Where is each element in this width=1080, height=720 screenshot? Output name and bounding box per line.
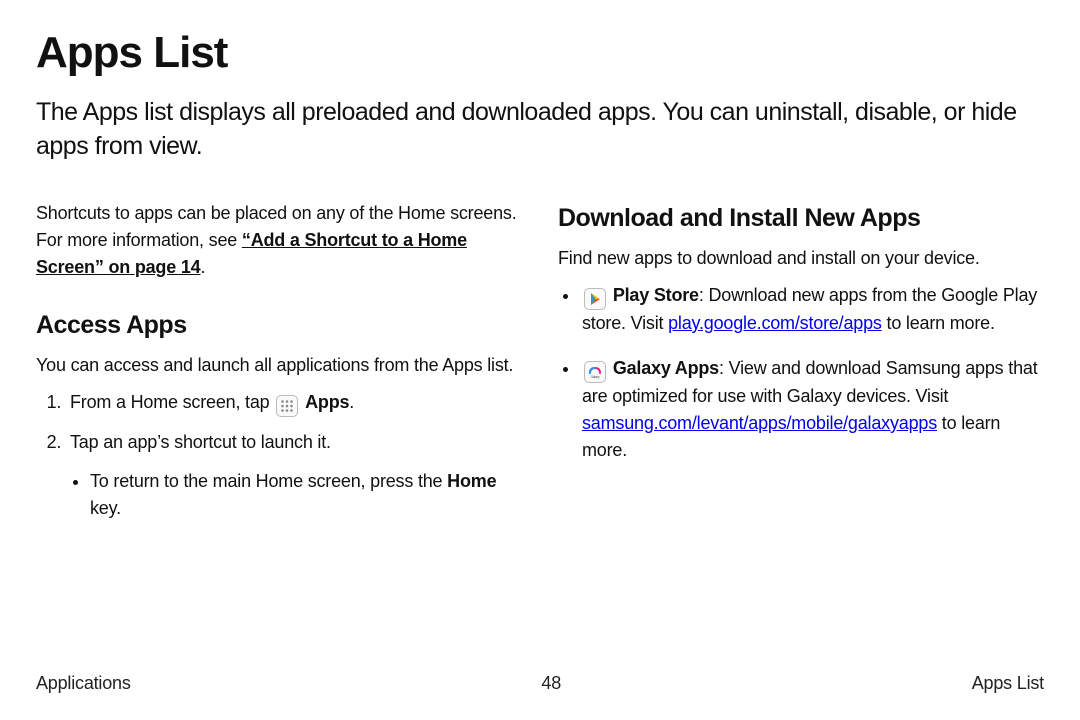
apps-grid-icon [276, 395, 298, 417]
play-store-item: Play Store: Download new apps from the G… [580, 282, 1044, 337]
page-footer: Applications 48 Apps List [36, 673, 1044, 694]
download-apps-list: Play Store: Download new apps from the G… [558, 282, 1044, 464]
step-1-post: . [349, 392, 354, 412]
footer-topic: Apps List [972, 673, 1044, 694]
step-2-sub-pre: To return to the main Home screen, press… [90, 471, 447, 491]
play-store-desc-post: to learn more. [882, 313, 995, 333]
access-steps-list: From a Home screen, tap Apps. Tap an app… [36, 389, 522, 522]
play-store-link[interactable]: play.google.com/store/apps [668, 313, 882, 333]
galaxy-apps-icon: Galaxy [584, 361, 606, 383]
content-columns: Shortcuts to apps can be placed on any o… [36, 200, 1044, 535]
galaxy-apps-item: Galaxy Galaxy Apps: View and download Sa… [580, 355, 1044, 464]
play-store-name: Play Store [613, 285, 699, 305]
column-right: Download and Install New Apps Find new a… [558, 200, 1044, 535]
footer-page-number: 48 [541, 673, 561, 694]
step-2-sub-item: To return to the main Home screen, press… [90, 468, 522, 522]
step-1-bold: Apps [305, 392, 349, 412]
footer-section: Applications [36, 673, 131, 694]
step-2: Tap an app’s shortcut to launch it. To r… [66, 429, 522, 522]
step-2-sublist: To return to the main Home screen, press… [70, 468, 522, 522]
page-title: Apps List [36, 28, 1044, 78]
step-1: From a Home screen, tap Apps. [66, 389, 522, 417]
access-apps-intro: You can access and launch all applicatio… [36, 352, 522, 379]
step-2-sub-post: key. [90, 498, 121, 518]
column-left: Shortcuts to apps can be placed on any o… [36, 200, 522, 535]
page-intro: The Apps list displays all preloaded and… [36, 96, 1044, 164]
svg-text:Galaxy: Galaxy [591, 375, 600, 379]
step-2-text: Tap an app’s shortcut to launch it. [70, 432, 331, 452]
download-heading: Download and Install New Apps [558, 200, 1044, 238]
step-1-pre: From a Home screen, tap [70, 392, 274, 412]
play-store-icon [584, 288, 606, 310]
download-intro: Find new apps to download and install on… [558, 245, 1044, 272]
access-apps-heading: Access Apps [36, 307, 522, 345]
shortcuts-text-post: . [200, 257, 205, 277]
galaxy-apps-name: Galaxy Apps [613, 358, 719, 378]
shortcuts-paragraph: Shortcuts to apps can be placed on any o… [36, 200, 522, 281]
galaxy-apps-link[interactable]: samsung.com/levant/apps/mobile/galaxyapp… [582, 413, 937, 433]
step-2-sub-bold: Home [447, 471, 496, 491]
